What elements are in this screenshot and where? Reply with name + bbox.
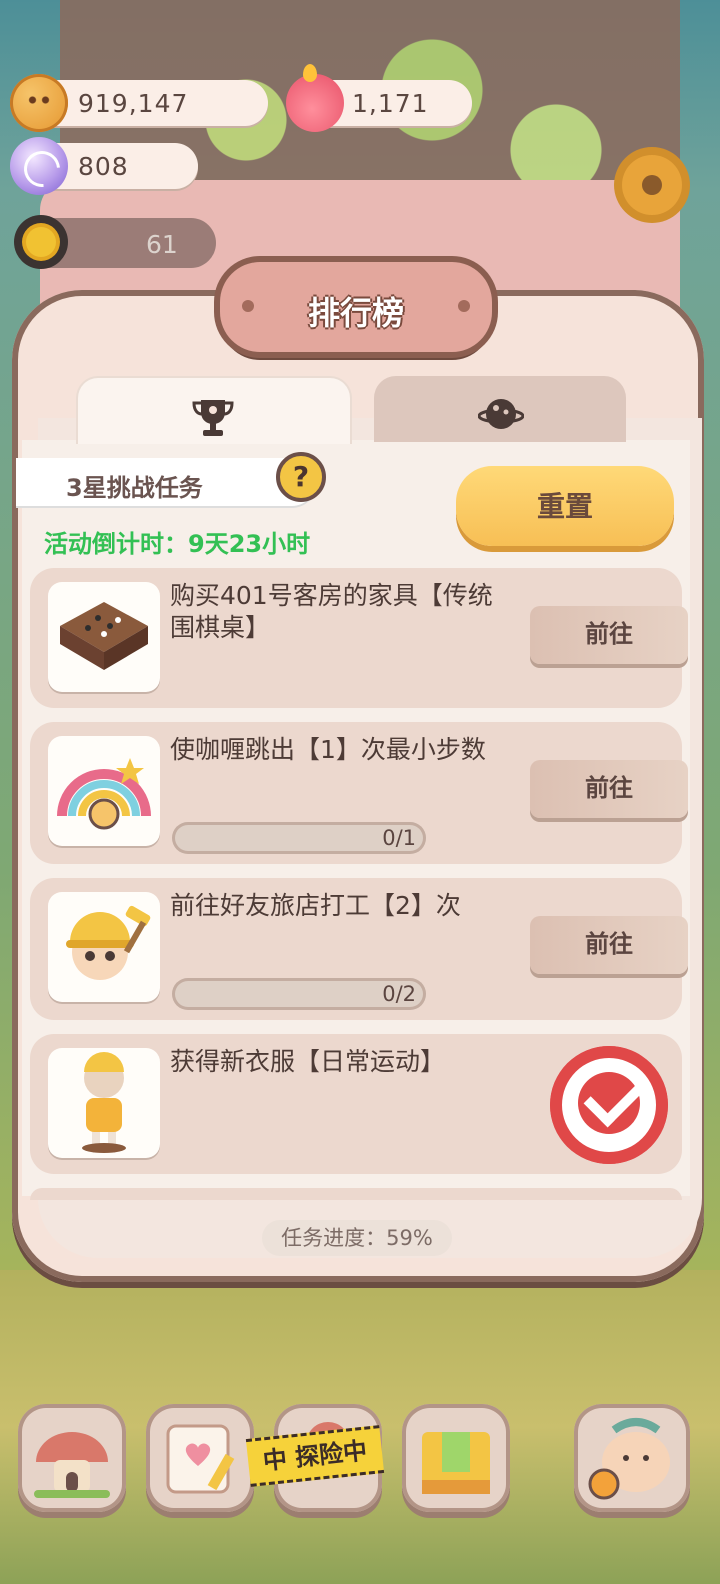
- gem-icon: [10, 137, 68, 195]
- dock-character-button[interactable]: [574, 1404, 690, 1512]
- go-button[interactable]: 前往: [530, 916, 688, 974]
- go-button[interactable]: 前往: [530, 760, 688, 818]
- tab-planet[interactable]: [374, 376, 626, 442]
- check-icon: [583, 1066, 645, 1128]
- task-card: 使咖喱跳出【1】次最小步数 前往 0/1: [30, 722, 688, 864]
- candle-counter[interactable]: 1,171: [286, 64, 472, 132]
- task-card: 购买401号客房的家具【传统围棋桌】 前往: [30, 568, 688, 708]
- task-text: 购买401号客房的家具【传统围棋桌】: [170, 581, 493, 642]
- candle-icon: [286, 64, 344, 132]
- dock-mushroom-house-button[interactable]: [18, 1404, 126, 1512]
- cookie-icon: [10, 74, 68, 132]
- task-card: 前往好友旅店打工【2】次 前往 0/2: [30, 878, 688, 1020]
- cookie-value: 919,147: [78, 89, 189, 118]
- task-header: 3星挑战任务: [16, 458, 316, 506]
- mushroom-house-icon: [34, 1432, 110, 1498]
- task-card: 获得新衣服【日常运动】: [30, 1034, 682, 1174]
- gem-value: 808: [78, 152, 129, 181]
- gear-icon[interactable]: [622, 155, 682, 215]
- task-text: 使咖喱跳出【1】次最小步数: [170, 735, 486, 764]
- task-progress-label: 0/1: [382, 826, 416, 850]
- task-progress-bar: 0/1: [172, 822, 426, 854]
- gem-counter[interactable]: 808: [10, 137, 198, 195]
- cookie-counter[interactable]: 919,147: [10, 74, 268, 132]
- planet-icon: [478, 399, 524, 429]
- worker-icon: [48, 892, 160, 1002]
- sun-icon: [14, 215, 68, 269]
- task-progress-bar: 0/2: [172, 978, 426, 1010]
- dock-diary-button[interactable]: [146, 1404, 254, 1512]
- reset-button[interactable]: 重置: [456, 466, 674, 546]
- diary-icon: [166, 1424, 235, 1494]
- shop-bag-icon: [422, 1432, 490, 1494]
- level-indicator: 61: [14, 215, 216, 269]
- task-progress-summary: 任务进度：59%: [262, 1220, 452, 1256]
- go-board-icon: [48, 582, 160, 692]
- task-header-label: 3星挑战任务: [66, 474, 203, 502]
- help-icon[interactable]: ?: [276, 452, 326, 502]
- task-card-partial: [30, 1188, 682, 1200]
- task-progress-label: 0/2: [382, 982, 416, 1006]
- title-plate: 排行榜: [220, 262, 492, 352]
- go-button[interactable]: 前往: [530, 606, 688, 664]
- modal-title: 排行榜: [307, 294, 404, 332]
- trophy-icon: [192, 400, 234, 436]
- task-text: 获得新衣服【日常运动】: [170, 1047, 446, 1076]
- character-icon: [588, 1418, 670, 1500]
- level-value: 61: [146, 230, 178, 259]
- completed-stamp-icon: [550, 1046, 668, 1164]
- tab-trophy[interactable]: [76, 376, 352, 444]
- dock-shop-button[interactable]: [402, 1404, 510, 1512]
- candle-value: 1,171: [352, 89, 429, 118]
- rainbow-badge-icon: [48, 736, 160, 846]
- outfit-icon: [48, 1048, 160, 1158]
- task-text: 前往好友旅店打工【2】次: [170, 891, 461, 920]
- event-countdown: 活动倒计时：9天23小时: [44, 530, 311, 558]
